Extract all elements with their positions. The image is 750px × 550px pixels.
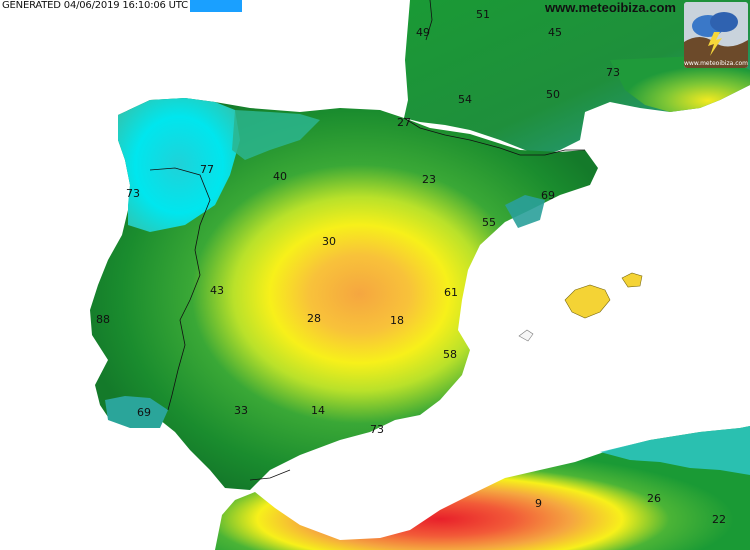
map-value: 54 (458, 93, 472, 106)
map-value: 30 (322, 235, 336, 248)
map-value: 77 (200, 163, 214, 176)
menorca (621, 272, 643, 288)
map-value: 27 (397, 116, 411, 129)
map-value: 22 (712, 513, 726, 526)
map-value: 55 (482, 216, 496, 229)
map-value: 18 (390, 314, 404, 327)
map-value: 45 (548, 26, 562, 39)
map-value: 61 (444, 286, 458, 299)
logo: www.meteoibiza.com (684, 2, 748, 68)
map-value: 50 (546, 88, 560, 101)
map-value: 69 (137, 406, 151, 419)
map-value: 26 (647, 492, 661, 505)
storm-cloud-icon (684, 2, 748, 68)
generated-accent-bar (189, 0, 242, 12)
map-value: 88 (96, 313, 110, 326)
mallorca (564, 284, 611, 319)
map-value: 73 (370, 423, 384, 436)
map-value: 23 (422, 173, 436, 186)
map-value: 73 (606, 66, 620, 79)
weather-map: GENERATED 04/06/2019 16:10:06 UTC www.me… (0, 0, 750, 550)
map-value: 51 (476, 8, 490, 21)
map-value: 40 (273, 170, 287, 183)
site-url[interactable]: www.meteoibiza.com (545, 0, 676, 15)
map-value: 69 (541, 189, 555, 202)
generated-timestamp: GENERATED 04/06/2019 16:10:06 UTC (0, 0, 190, 12)
map-value: 33 (234, 404, 248, 417)
map-value: 49 (416, 26, 430, 39)
ibiza (518, 329, 534, 342)
map-field (90, 0, 750, 550)
map-value: 43 (210, 284, 224, 297)
generated-bar: GENERATED 04/06/2019 16:10:06 UTC (0, 0, 242, 12)
logo-caption: www.meteoibiza.com (684, 60, 748, 67)
map-value: 9 (535, 497, 542, 510)
map-value: 58 (443, 348, 457, 361)
map-value: 73 (126, 187, 140, 200)
map-value: 14 (311, 404, 325, 417)
map-value: 28 (307, 312, 321, 325)
